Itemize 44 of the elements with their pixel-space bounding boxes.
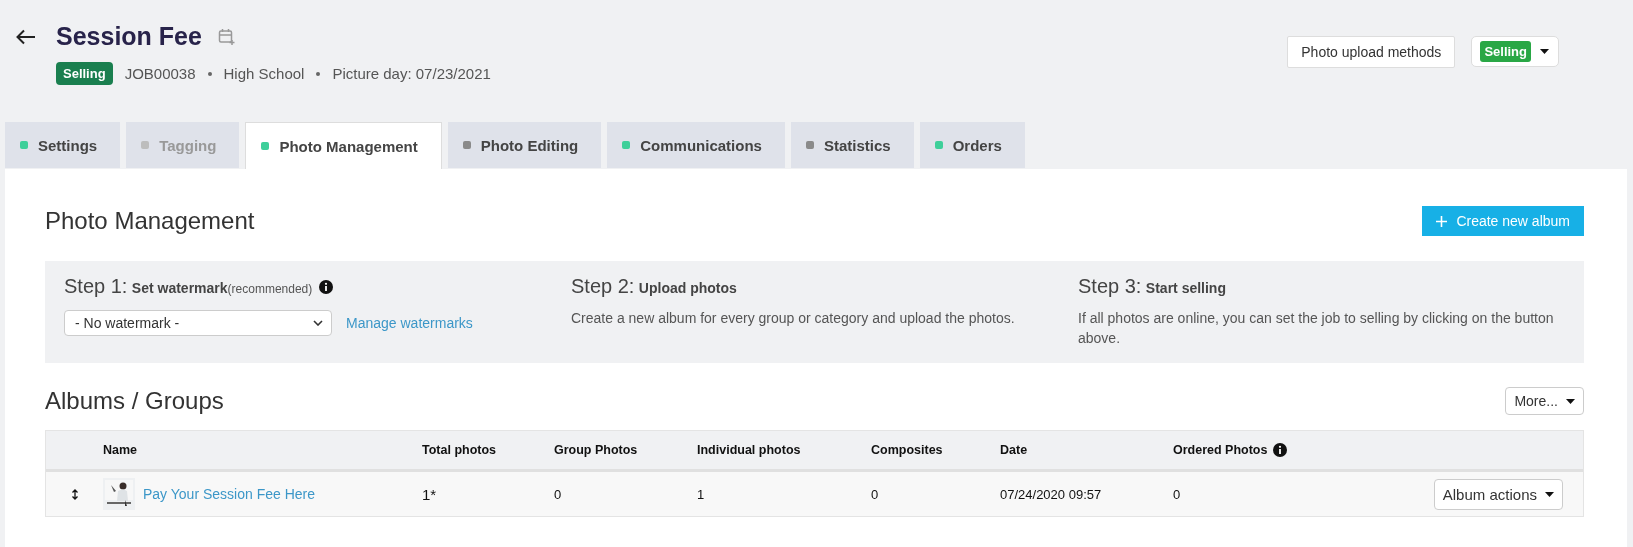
- plus-icon: [1436, 215, 1448, 227]
- info-icon[interactable]: [319, 279, 334, 294]
- photo-upload-methods-button[interactable]: Photo upload methods: [1287, 36, 1456, 68]
- tab[interactable]: Photo Editing: [447, 122, 602, 168]
- caret-icon: [1545, 491, 1554, 497]
- school-name: High School: [223, 65, 305, 82]
- chevron-down-icon: [313, 320, 323, 326]
- step-heading: Step 2: Upload photos: [571, 275, 737, 298]
- table-cell: 0: [871, 486, 879, 502]
- caret-icon: [1566, 398, 1575, 404]
- tab[interactable]: Communications: [607, 122, 785, 168]
- job-id: JOB00038: [124, 65, 196, 82]
- info-icon[interactable]: [1273, 443, 1288, 457]
- step-description: Create a new album for every group or category and upload the photos.: [571, 309, 1016, 328]
- tab[interactable]: Statistics: [790, 122, 914, 168]
- album-actions-button[interactable]: Album actions: [1433, 478, 1563, 510]
- column-header: Ordered Photos: [1173, 443, 1268, 457]
- step-description: If all photos are online, you can set the job to selling by clicking on the button above.: [1078, 309, 1555, 348]
- tab[interactable]: Photo Management: [245, 122, 442, 169]
- table-cell: 0: [554, 486, 562, 502]
- column-header: Total photos: [422, 443, 497, 457]
- status-badge: Selling: [56, 62, 113, 85]
- column-header: Group Photos: [554, 443, 638, 457]
- column-header: Date: [1000, 443, 1028, 457]
- step-heading: Step 3: Start selling: [1078, 275, 1226, 298]
- table-cell: 0: [1173, 486, 1181, 502]
- page-title: Session Fee: [56, 22, 202, 51]
- watermark-select[interactable]: - No watermark -: [64, 310, 332, 336]
- table-cell: 07/24/2020 09:57: [1000, 486, 1102, 502]
- tab[interactable]: Orders: [919, 122, 1025, 168]
- column-header: Composites: [871, 443, 943, 457]
- section-title: Photo Management: [45, 207, 255, 235]
- table-cell: 1*: [422, 485, 437, 503]
- table-cell: 1: [697, 486, 705, 502]
- column-header: Individual photos: [697, 443, 801, 457]
- drag-handle-icon[interactable]: [71, 488, 78, 500]
- more-button[interactable]: More...: [1505, 387, 1584, 415]
- albums-title: Albums / Groups: [45, 387, 224, 415]
- step-heading: Step 1: Set watermark(recommended): [64, 275, 313, 298]
- tab[interactable]: Settings: [5, 122, 121, 168]
- back-arrow-icon[interactable]: [16, 28, 36, 45]
- picture-day: Picture day: 07/23/2021: [332, 65, 491, 82]
- caret-icon: [1540, 49, 1549, 54]
- column-header: Name: [103, 443, 138, 457]
